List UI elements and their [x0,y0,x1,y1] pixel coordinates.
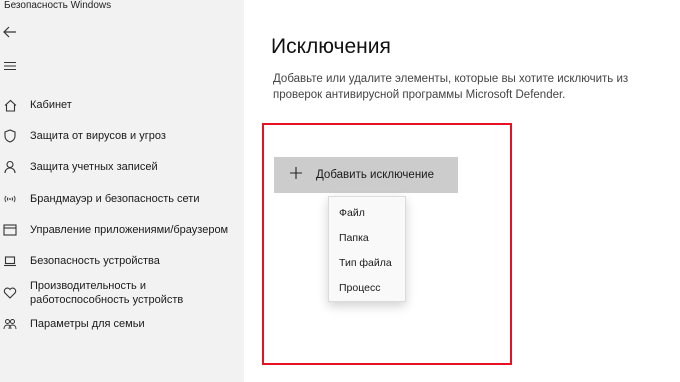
exclusion-type-menu: Файл Папка Тип файла Процесс [328,196,406,302]
app-title: Безопасность Windows [4,0,112,11]
menu-item-folder[interactable]: Папка [339,232,369,244]
menu-item-file-type[interactable]: Тип файла [339,257,392,269]
page-description: Добавьте или удалите элементы, которые в… [273,71,653,103]
sidebar-item-label: Управление приложениями/браузером [30,224,229,236]
sidebar-item-device-performance[interactable]: Производительность и работоспособность у… [0,276,244,310]
sidebar-item-account-protection[interactable]: Защита учетных записей [0,153,244,181]
sidebar-item-firewall[interactable]: Брандмауэр и безопасность сети [0,185,244,213]
sidebar-item-label: Брандмауэр и безопасность сети [30,193,200,205]
home-icon [3,98,17,112]
hamburger-icon [4,61,16,71]
menu-item-process[interactable]: Процесс [339,282,380,294]
add-exclusion-button[interactable]: Добавить исключение [274,157,458,193]
menu-item-file[interactable]: Файл [339,207,365,219]
heart-icon [3,286,17,300]
sidebar-item-label: Защита учетных записей [30,161,158,173]
sidebar-item-family-options[interactable]: Параметры для семьи [0,310,244,338]
sidebar-item-label-line2: работоспособность устройств [30,294,184,306]
back-button[interactable] [2,24,18,40]
main-content: Исключения Добавьте или удалите элементы… [244,0,680,382]
windows-security-window: Безопасность Windows Кабинет Защита от в… [0,0,680,382]
page-title: Исключения [271,35,391,58]
sidebar: Безопасность Windows Кабинет Защита от в… [0,0,244,382]
sidebar-item-label: Защита от вирусов и угроз [30,130,166,142]
back-arrow-icon [3,26,16,38]
description-line2: проверок антивирусной программы Microsof… [273,89,566,101]
sidebar-item-home[interactable]: Кабинет [0,91,244,119]
sidebar-item-label: Кабинет [30,99,72,111]
family-icon [3,317,17,331]
sidebar-item-virus-protection[interactable]: Защита от вирусов и угроз [0,122,244,150]
sidebar-item-label: Параметры для семьи [30,318,145,330]
sidebar-item-label: Безопасность устройства [30,255,160,267]
wifi-icon [3,192,17,206]
laptop-icon [3,254,17,268]
sidebar-item-label: Производительность и работоспособность у… [30,279,183,307]
app-browser-icon [3,223,17,237]
sidebar-item-app-browser-control[interactable]: Управление приложениями/браузером [0,216,244,244]
menu-button[interactable] [2,58,18,74]
sidebar-item-device-security[interactable]: Безопасность устройства [0,247,244,275]
shield-icon [3,129,17,143]
plus-icon [290,167,302,179]
description-line1: Добавьте или удалите элементы, которые в… [273,73,629,85]
sidebar-item-label-line1: Производительность и [30,280,146,292]
add-exclusion-label: Добавить исключение [316,169,434,181]
person-icon [3,160,17,174]
